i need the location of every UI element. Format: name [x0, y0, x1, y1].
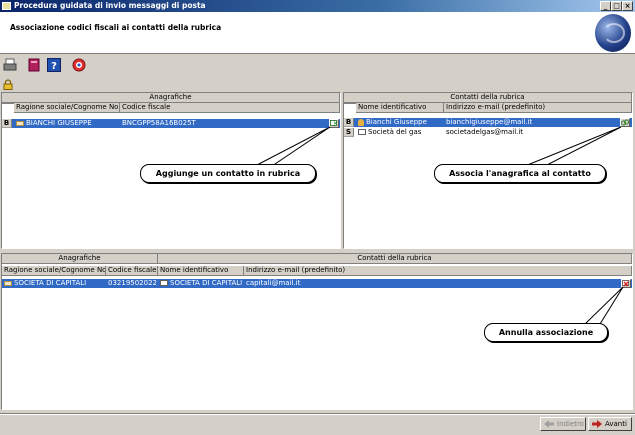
callout-pointer-cancel	[583, 286, 624, 325]
arrow-left-icon	[544, 420, 554, 428]
callout-pointer-associate	[524, 126, 622, 167]
next-label: Avanti	[605, 420, 627, 428]
callout-pointers	[254, 126, 624, 325]
callout-cancel-association: Annulla associazione	[484, 323, 608, 342]
arrow-right-icon	[592, 420, 602, 428]
next-button[interactable]: Avanti	[588, 417, 632, 431]
back-label: Indietro	[557, 420, 584, 428]
footer-divider	[0, 414, 635, 415]
callout-pointer-add	[254, 126, 331, 167]
back-button[interactable]: Indietro	[540, 417, 586, 431]
callout-associate: Associa l'anagrafica al contatto	[434, 164, 606, 183]
callout-add-contact: Aggiunge un contatto in rubrica	[140, 164, 316, 183]
